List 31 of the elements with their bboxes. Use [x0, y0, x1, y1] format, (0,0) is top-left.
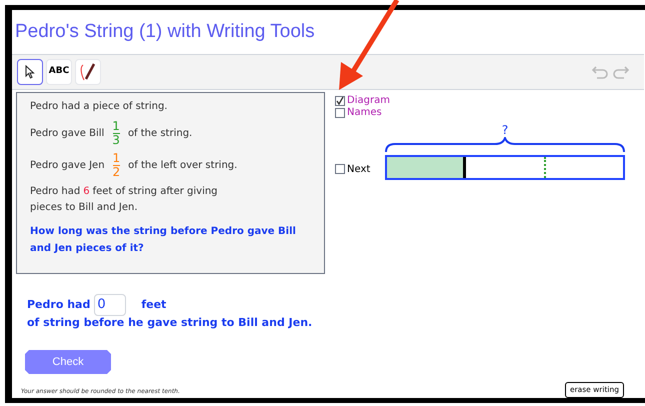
window-title: Pedro's String (1) with Writing Tools [14, 20, 316, 44]
option-label: Diagram [347, 94, 390, 107]
problem-text: feet of string after giving [92, 186, 218, 197]
question-text: How long was the string before Pedro gave Bill and Jen pieces of it? [30, 226, 296, 254]
cursor-icon [25, 64, 35, 79]
option-label: Names [347, 106, 382, 119]
problem-text: of the left over string. [128, 160, 238, 171]
brace-icon [385, 136, 625, 153]
problem-text: Pedro gave Jen [30, 160, 105, 171]
problem-text: pieces to Bill and Jen. [30, 200, 138, 215]
answer-text: Pedro had [27, 298, 90, 312]
problem-text: Pedro had a piece of string. [30, 100, 168, 112]
problem-text: Pedro gave Bill [30, 128, 104, 139]
total-label: ? [502, 122, 508, 137]
pen-icon [79, 62, 97, 82]
number-value: 6 [83, 186, 90, 197]
checkbox[interactable] [335, 164, 345, 174]
text-tool[interactable]: ABC [46, 58, 72, 85]
answer-unit: feet [141, 298, 166, 312]
dotted-divider [544, 156, 546, 178]
next-label: Next [347, 162, 370, 177]
pen-tool[interactable] [75, 58, 101, 85]
problem-text: Pedro had [30, 186, 80, 197]
answer-text: of string before he gave string to Bill and Jen. [27, 316, 314, 329]
pointer-tool[interactable] [17, 58, 43, 85]
checkbox[interactable] [335, 108, 345, 118]
fraction: 1 3 [112, 120, 120, 147]
checkbox[interactable] [335, 96, 345, 106]
answer-field[interactable]: 0 [94, 294, 126, 316]
fraction: 1 2 [112, 152, 120, 179]
problem-text: of the string. [128, 128, 192, 139]
